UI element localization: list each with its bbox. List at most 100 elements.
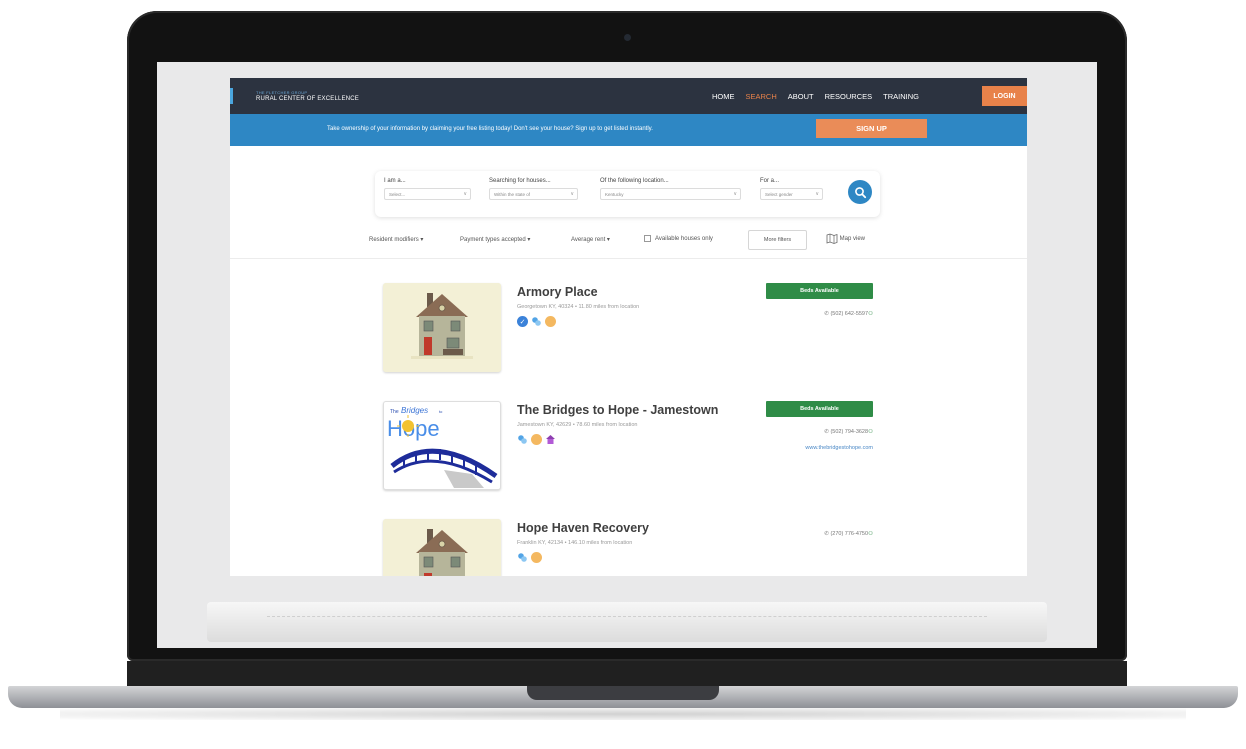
listing-phone[interactable]: ✆ (502) 642-5597⚇ [824,311,873,317]
listing-card[interactable]: Hope Haven Recovery Franklin KY, 42134 •… [383,519,873,576]
location-label: Of the following location... [600,178,669,184]
laptop-hinge-notch [527,686,719,700]
more-filters-button[interactable]: More filters [748,230,807,250]
map-view-label: Map view [839,236,866,243]
listing-card[interactable]: The Bridges to Hope [383,401,873,491]
available-only-label: Available houses only [655,236,713,242]
listing-location: Georgetown KY, 40324 • 11.80 miles from … [517,304,640,310]
listing-location: Jamestown KY, 42629 • 78.60 miles from l… [517,422,638,428]
filter-bar: Resident modifiers ▾ Payment types accep… [369,230,889,252]
listing-feature-icons: ✓ [517,316,556,327]
payment-icon [531,552,542,563]
listing-phone[interactable]: ✆ (270) 776-4750⚇ [824,531,873,537]
phone-number: (270) 776-4750 [830,531,869,537]
chevron-down-icon: ∨ [463,191,467,197]
caret-down-icon: ▾ [606,237,610,243]
map-icon [826,233,838,244]
reflected-keyboard [207,602,1047,642]
payment-icon [531,434,542,445]
listing-thumbnail[interactable] [383,283,501,372]
nav-search[interactable]: SEARCH [746,92,777,101]
brand-org: THE FLETCHER GROUP [256,89,308,95]
average-rent-label: Average rent [571,237,606,243]
bridges-to-hope-logo-icon: The Bridges to Hope [387,406,498,488]
gender-value: Select gender [765,192,793,197]
map-view-button[interactable]: Map view [826,233,865,244]
listing-feature-icons [517,434,556,445]
listing-thumbnail[interactable]: The Bridges to Hope [383,401,501,490]
brand-accent [230,88,233,104]
verified-phone-icon: ⚇ [868,429,873,435]
location-field: Of the following location... Kentucky ∨ [600,178,741,200]
search-button[interactable] [848,180,872,204]
signup-button[interactable]: SIGN UP [816,119,927,138]
listing-thumbnail[interactable] [383,519,501,576]
laptop-chin [127,661,1127,687]
nav-about[interactable]: ABOUT [788,92,814,101]
banner-text: Take ownership of your information by cl… [327,126,653,132]
verified-phone-icon: ⚇ [868,531,873,537]
logo-bridges: Bridges [401,406,428,415]
laptop-screen: THE FLETCHER GROUP RURAL CENTER OF EXCEL… [157,62,1097,648]
results-divider [230,258,1027,259]
search-icon [854,186,866,198]
chevron-down-icon: ∨ [570,191,574,197]
payment-types-dropdown[interactable]: Payment types accepted ▾ [460,236,530,243]
brand-logo[interactable]: THE FLETCHER GROUP RURAL CENTER OF EXCEL… [256,89,359,102]
login-button[interactable]: LOGIN [982,86,1027,106]
role-value: Select... [389,192,406,197]
gender-select[interactable]: Select gender ∨ [760,188,823,200]
caret-down-icon: ▾ [527,237,531,243]
role-label: I am a... [384,178,406,184]
listing-website-link[interactable]: www.thebridgestohope.com [805,445,873,451]
listing-feature-icons [517,552,542,563]
resident-modifiers-label: Resident modifiers [369,237,419,243]
brand-title: RURAL CENTER OF EXCELLENCE [256,95,359,102]
main-nav: HOME SEARCH ABOUT RESOURCES TRAINING [712,78,919,114]
caret-down-icon: ▾ [420,237,424,243]
nav-training[interactable]: TRAINING [883,92,919,101]
payment-icon [545,316,556,327]
house-illustration-icon [383,519,501,576]
location-select[interactable]: Kentucky ∨ [600,188,741,200]
available-only-checkbox[interactable] [644,235,651,242]
radius-select[interactable]: Within the state of ∨ [489,188,578,200]
chevron-down-icon: ∨ [733,191,737,197]
house-illustration-icon [383,283,501,372]
beds-available-badge: Beds Available [766,401,873,417]
radius-label: Searching for houses... [489,178,551,184]
search-form: I am a... Select... ∨ Searching for house… [375,171,880,217]
housing-icon [545,434,556,445]
verified-phone-icon: ⚇ [868,311,873,317]
role-field: I am a... Select... ∨ [384,178,471,200]
verified-icon: ✓ [517,316,528,327]
claim-listing-banner: Take ownership of your information by cl… [230,114,1027,146]
listing-phone[interactable]: ✆ (502) 794-3628⚇ [824,429,873,435]
phone-number: (502) 794-3628 [830,429,869,435]
nav-home[interactable]: HOME [712,92,735,101]
beds-available-badge: Beds Available [766,283,873,299]
listing-name[interactable]: The Bridges to Hope - Jamestown [517,403,718,417]
laptop-shadow [60,708,1186,720]
website: THE FLETCHER GROUP RURAL CENTER OF EXCEL… [230,78,1027,576]
top-navbar: THE FLETCHER GROUP RURAL CENTER OF EXCEL… [230,78,1027,114]
radius-value: Within the state of [494,192,531,197]
listing-name[interactable]: Armory Place [517,285,598,299]
resident-modifiers-dropdown[interactable]: Resident modifiers ▾ [369,236,423,243]
chevron-down-icon: ∨ [815,191,819,197]
location-value: Kentucky [605,192,624,197]
medication-icon [517,552,528,563]
radius-field: Searching for houses... Within the state… [489,178,578,200]
listing-card[interactable]: Armory Place Georgetown KY, 40324 • 11.8… [383,283,873,373]
gender-field: For a... Select gender ∨ [760,178,823,200]
medication-icon [531,316,542,327]
logo-the: The [390,409,399,415]
nav-resources[interactable]: RESOURCES [825,92,873,101]
listing-name[interactable]: Hope Haven Recovery [517,521,649,535]
phone-number: (502) 642-5597 [830,311,869,317]
laptop-mockup: THE FLETCHER GROUP RURAL CENTER OF EXCEL… [0,0,1246,749]
role-select[interactable]: Select... ∨ [384,188,471,200]
payment-types-label: Payment types accepted [460,237,526,243]
gender-label: For a... [760,178,780,184]
average-rent-dropdown[interactable]: Average rent ▾ [571,236,610,243]
